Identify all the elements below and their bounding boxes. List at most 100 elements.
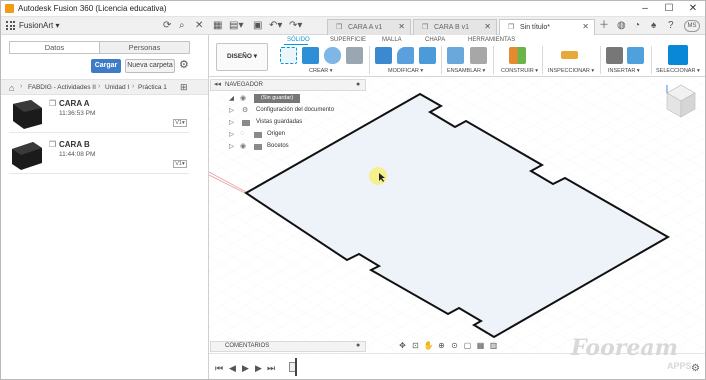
fit-icon[interactable]: ⊙ <box>448 341 461 350</box>
extrude-icon[interactable] <box>302 47 319 64</box>
look-at-icon[interactable]: ⊡ <box>409 341 422 350</box>
file-item-cara-b[interactable]: ❒ CARA B 11:44:08 PM V1▾ <box>9 138 189 174</box>
extensions-icon[interactable]: ◍ <box>617 20 626 31</box>
grid-menu-icon[interactable] <box>6 21 15 30</box>
navigator-header[interactable]: ◂◂ NAVEGADOR ● <box>210 79 366 91</box>
navigator-options-icon[interactable]: ● <box>356 81 360 88</box>
close-tab-icon[interactable]: ✕ <box>484 20 491 34</box>
shell-icon[interactable] <box>419 47 436 64</box>
new-tab-icon[interactable]: ＋ <box>599 20 609 31</box>
breadcrumb-project[interactable]: FABDIG - Actividades II <box>28 84 96 91</box>
insert-derive-icon[interactable] <box>606 47 623 64</box>
notifications-icon[interactable]: ♠ <box>651 20 656 31</box>
tab-herramientas[interactable]: HERRAMIENTAS <box>468 37 515 43</box>
insert-canvas-icon[interactable] <box>627 47 644 64</box>
upload-button[interactable]: Cargar <box>91 59 121 73</box>
workspace-selector[interactable]: DISEÑO ▾ <box>216 43 268 71</box>
play-icon[interactable]: ▶ <box>242 363 249 374</box>
measure-icon[interactable] <box>561 51 578 59</box>
new-component-icon[interactable] <box>447 47 464 64</box>
user-avatar[interactable]: MS <box>684 20 700 32</box>
zoom-icon[interactable]: ⊕ <box>435 341 448 350</box>
breadcrumb-folder[interactable]: Unidad I <box>105 84 129 91</box>
create-sketch-icon[interactable] <box>280 47 297 64</box>
close-tab-icon[interactable]: ✕ <box>398 20 405 34</box>
new-folder-button[interactable]: Nueva carpeta <box>125 59 175 73</box>
doc-tab-sin-titulo[interactable]: ❒ Sin título* ✕ <box>499 19 595 35</box>
grid-settings-icon[interactable]: ▦ <box>474 341 487 350</box>
divider <box>369 46 370 74</box>
version-badge[interactable]: V1▾ <box>173 119 187 127</box>
display-settings-icon[interactable]: ▢ <box>461 341 474 350</box>
orbit-icon[interactable]: ✥ <box>396 341 409 350</box>
job-status-icon[interactable]: ◔ <box>634 20 640 31</box>
group-inspeccionar[interactable]: INSPECCIONAR ▾ <box>548 68 594 74</box>
close-tab-icon[interactable]: ✕ <box>582 20 589 34</box>
tab-solido[interactable]: SÓLIDO <box>287 37 310 43</box>
navigator-item-config[interactable]: ▷ ⚙ Configuración del documento <box>220 106 360 117</box>
breadcrumb-separator: › <box>132 83 135 90</box>
group-crear[interactable]: CREAR ▾ <box>309 68 333 74</box>
visibility-icon[interactable]: ◌ <box>240 130 244 137</box>
visibility-icon[interactable]: ◉ <box>240 142 246 150</box>
timeline-marker[interactable] <box>295 358 297 376</box>
redo-icon[interactable]: ↷▾ <box>289 20 302 31</box>
select-icon[interactable] <box>668 45 688 65</box>
team-selector[interactable]: FusionArt ▾ <box>19 21 59 30</box>
navigator-item-vistas[interactable]: ▷ Vistas guardadas <box>220 118 360 129</box>
collapse-icon[interactable]: ◂◂ <box>214 80 221 88</box>
go-to-start-icon[interactable]: ⏮ <box>215 363 223 374</box>
group-seleccionar[interactable]: SELECCIONAR ▾ <box>656 68 700 74</box>
close-panel-icon[interactable]: ✕ <box>195 20 203 31</box>
fillet-icon[interactable] <box>397 47 414 64</box>
undo-icon[interactable]: ↶▾ <box>269 20 282 31</box>
minimize-button[interactable]: – <box>634 2 656 16</box>
pan-icon[interactable]: ✋ <box>422 341 435 350</box>
gear-icon[interactable]: ⚙ <box>179 59 189 72</box>
timeline-settings-icon[interactable]: ⚙ <box>691 363 700 374</box>
offset-plane-icon[interactable] <box>509 47 526 64</box>
help-icon[interactable]: ? <box>668 20 674 31</box>
doc-tab-cara-b[interactable]: ❒ CARA B v1 ✕ <box>413 19 497 35</box>
tab-superficie[interactable]: SUPERFICIE <box>330 37 366 43</box>
press-pull-icon[interactable] <box>375 47 392 64</box>
apps-grid-icon[interactable]: ▦ <box>213 20 222 31</box>
go-to-end-icon[interactable]: ⏭ <box>267 363 275 374</box>
expand-icon[interactable]: ◢ <box>229 94 234 102</box>
version-badge[interactable]: V1▾ <box>173 160 187 168</box>
expand-icon[interactable]: ▷ <box>229 118 234 126</box>
joint-icon[interactable] <box>470 47 487 64</box>
doc-tab-cara-a[interactable]: ❒ CARA A v1 ✕ <box>327 19 411 35</box>
save-icon[interactable]: ▣ <box>253 20 262 31</box>
expand-icon[interactable]: ▷ <box>229 142 234 150</box>
group-construir[interactable]: CONSTRUIR ▾ <box>501 68 538 74</box>
folder-options-icon[interactable]: ⊞ <box>180 82 188 93</box>
group-modificar[interactable]: MODIFICAR ▾ <box>388 68 423 74</box>
hole-icon[interactable] <box>346 47 363 64</box>
comments-panel[interactable]: COMENTARIOS ● <box>210 341 366 352</box>
refresh-icon[interactable]: ⟳ <box>163 20 171 31</box>
home-icon[interactable]: ⌂ <box>9 83 14 93</box>
viewports-icon[interactable]: ▥ <box>487 341 500 350</box>
search-icon[interactable]: ⌕ <box>179 20 185 31</box>
file-menu-icon[interactable]: ▤▾ <box>229 20 243 31</box>
expand-icon[interactable]: ▷ <box>229 106 234 114</box>
tab-chapa[interactable]: CHAPA <box>425 37 445 43</box>
breadcrumb-current[interactable]: Práctica 1 <box>138 84 167 91</box>
tab-personas[interactable]: Personas <box>100 42 189 53</box>
expand-icon[interactable]: ▷ <box>229 130 234 138</box>
maximize-button[interactable]: ☐ <box>658 2 680 16</box>
visibility-icon[interactable]: ◉ <box>240 94 246 102</box>
navigator-item-origen[interactable]: ▷ ◌ Origen <box>220 130 360 141</box>
comments-options-icon[interactable]: ● <box>356 342 360 349</box>
tab-malla[interactable]: MALLA <box>382 37 402 43</box>
file-item-cara-a[interactable]: ❒ CARA A 11:36:53 PM V1▾ <box>9 97 189 133</box>
tab-datos[interactable]: Datos <box>10 42 100 53</box>
group-ensamblar[interactable]: ENSAMBLAR ▾ <box>447 68 485 74</box>
step-forward-icon[interactable]: ▶ <box>255 363 262 374</box>
revolve-icon[interactable] <box>324 47 341 64</box>
navigator-item-bocetos[interactable]: ▷ ◉ Bocetos <box>220 142 360 153</box>
step-back-icon[interactable]: ◀ <box>229 363 236 374</box>
close-window-button[interactable]: ✕ <box>682 2 704 16</box>
group-insertar[interactable]: INSERTAR ▾ <box>608 68 640 74</box>
